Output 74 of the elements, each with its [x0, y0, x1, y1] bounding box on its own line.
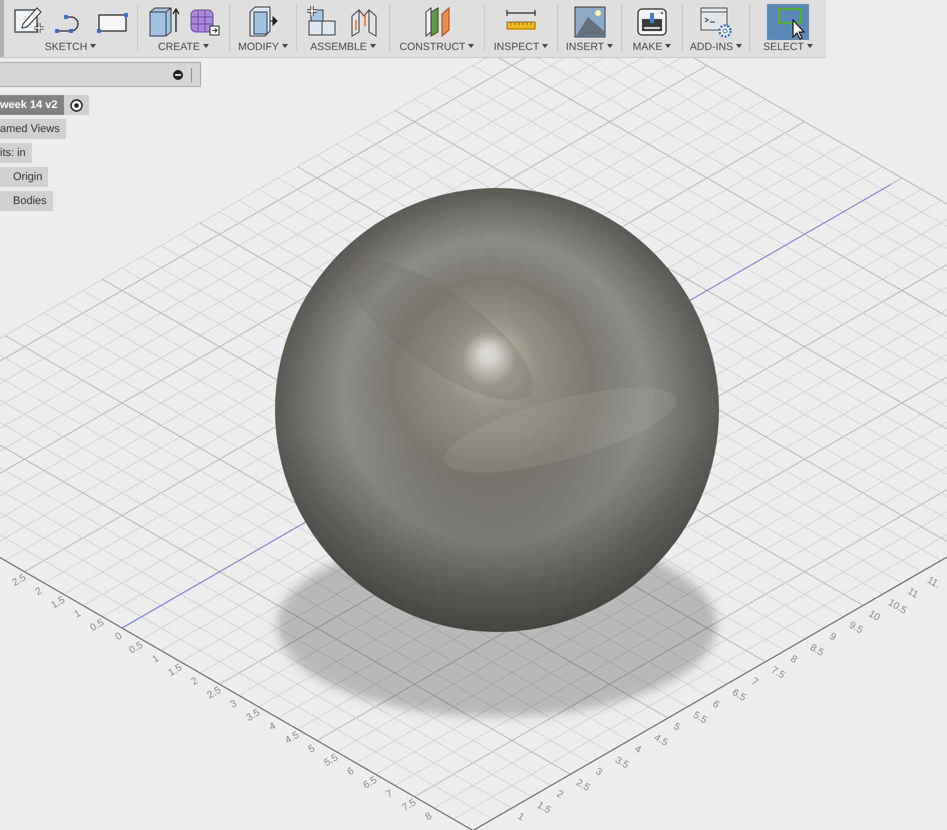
radio-button[interactable]	[64, 95, 88, 115]
axis-label: 5.5	[691, 710, 709, 726]
axis-label: 9	[828, 631, 838, 644]
menu-button[interactable]: MODIFY	[236, 40, 290, 54]
axis-label: 7.5	[769, 664, 787, 682]
axis-label: 8	[424, 810, 434, 823]
axis-label: 5	[672, 721, 682, 734]
axis-label: 2.5	[205, 684, 224, 702]
axis-label: 8.5	[808, 642, 826, 659]
browser-item[interactable]: Origin	[0, 167, 48, 187]
axis-label: 1	[150, 653, 161, 666]
menu-button[interactable]: MAKE	[630, 40, 674, 54]
caret-icon	[542, 44, 548, 48]
axis-label: 0.5	[88, 617, 106, 634]
axis-label: 2	[190, 676, 200, 688]
axis-label: 11	[906, 586, 920, 601]
axis-label: 8	[788, 654, 799, 666]
menu-button[interactable]: ADD-INS	[688, 40, 744, 54]
axis-label: 1.5	[49, 594, 68, 612]
axis-label: 1.5	[166, 662, 184, 679]
axis-label: 0.5	[127, 640, 146, 656]
axis-label: 6.5	[730, 687, 748, 704]
axis-label: 1	[516, 811, 526, 824]
axis-label: 2	[34, 586, 44, 598]
axis-label: 6	[710, 698, 721, 711]
axis-label: 7	[750, 676, 760, 688]
menu-button[interactable]: CONSTRUCT	[398, 40, 476, 54]
axis-label: 4.5	[652, 732, 670, 749]
menu-button[interactable]: CREATE	[156, 40, 211, 54]
caret-icon	[665, 44, 672, 48]
axis-label: 6.5	[361, 774, 380, 792]
axis-label: 7	[384, 788, 395, 800]
menu-button[interactable]: SELECT	[761, 40, 815, 54]
browser-item[interactable]: Bodies	[0, 191, 53, 211]
cursor-rectangle-icon[interactable]	[767, 4, 809, 40]
caret-icon	[736, 44, 742, 48]
axis-label: 2.5	[10, 572, 28, 589]
axis-label: 2	[554, 788, 565, 801]
caret-icon	[370, 44, 376, 48]
menu-button[interactable]: INSPECT	[492, 40, 550, 54]
axis-label: 10	[866, 608, 882, 624]
axis-label: 2.5	[574, 777, 592, 794]
axis-label: 4.5	[283, 730, 302, 746]
axis-label: 6	[346, 766, 356, 778]
axis-label: 11.	[925, 574, 942, 591]
menu-button[interactable]: ASSEMBLE	[308, 40, 378, 54]
axis-label: 3	[594, 766, 604, 778]
browser-item[interactable]: amed Views	[0, 119, 66, 139]
axis-label: 0	[114, 630, 124, 643]
caret-icon	[607, 44, 614, 48]
image-icon[interactable]	[572, 4, 606, 40]
axis-label: 3.5	[613, 754, 631, 772]
axis-label: 5	[306, 743, 317, 756]
axis-label: 3.5	[244, 707, 262, 724]
axis-label: 9.5	[847, 620, 865, 636]
axis-label: 1	[72, 608, 83, 620]
caret-icon	[806, 44, 813, 48]
menu-button[interactable]: INSERT	[564, 40, 616, 54]
caret-icon	[282, 44, 288, 48]
axis-label: 3	[228, 698, 239, 710]
axis-label: 1.5	[535, 800, 553, 816]
browser-item[interactable]: its: in	[0, 143, 32, 163]
browser-item[interactable]: week 14 v2	[0, 95, 64, 115]
radio-icon	[70, 98, 82, 112]
caret-icon	[90, 44, 96, 48]
axis-label: 7.5	[400, 797, 418, 814]
axis-label: 4	[268, 720, 278, 733]
menu-button[interactable]: SKETCH	[42, 40, 98, 54]
axis-label: 10.5	[886, 597, 908, 617]
collapse-icon[interactable]	[173, 70, 183, 80]
axis-label: 5.5	[322, 752, 340, 769]
axis-label: 4	[632, 744, 643, 756]
caret-icon	[202, 44, 209, 48]
caret-icon	[468, 44, 474, 48]
